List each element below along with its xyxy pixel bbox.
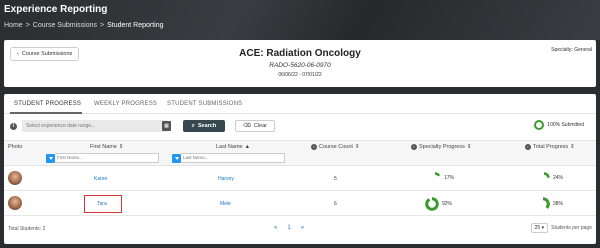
specialty-progress-value: 92% [442,201,453,207]
per-page-label: Students per page [551,225,592,231]
progress-arc [542,197,550,209]
column-last-name[interactable]: Last Name ▲ [216,144,250,150]
info-icon: i [311,144,317,150]
active-tab-indicator [10,112,82,114]
total-progress: 24% [538,172,563,184]
sort-icon: ⇕ [570,144,575,150]
column-photo: Photo [8,144,22,150]
app-title: Experience Reporting [4,4,108,15]
last-name-filter: Last Name... [172,153,285,163]
page-number[interactable]: 1 [287,225,290,231]
column-total-progress[interactable]: i Total Progress ⇕ [525,144,575,150]
filter-toolbar: i Select experience date range... ▦ ⌕ Se… [4,120,596,134]
column-first-name-label: First Name [90,144,117,150]
pagination: « 1 » [274,225,304,231]
top-bar: Experience Reporting Home > Course Submi… [0,0,600,40]
total-progress: 38% [536,197,563,211]
last-page-button[interactable]: » [301,225,304,231]
submission-status: 100% Submitted [534,120,584,130]
breadcrumb-separator: > [25,22,30,29]
course-count: 5 [334,176,337,182]
breadcrumb: Home > Course Submissions > Student Repo… [4,22,164,29]
column-specialty-progress[interactable]: i Specialty Progress ⇕ [411,144,471,150]
total-progress-value: 24% [553,175,564,181]
course-header: ‹ Course Submissions ACE: Radiation Onco… [4,40,596,87]
column-course-count[interactable]: i Course Count ⇕ [311,144,360,150]
first-name-filter-input[interactable]: First Name... [55,153,159,163]
sort-icon: ⇕ [354,144,360,150]
tab-student-progress[interactable]: STUDENT PROGRESS [14,101,81,107]
clear-button-label: Clear [253,123,267,129]
avatar [8,171,22,185]
column-course-count-label: Course Count [319,144,353,150]
column-last-name-label: Last Name [216,144,243,150]
date-range-input[interactable]: Select experience date range... [22,120,168,132]
calendar-icon[interactable]: ▦ [162,121,171,131]
search-button-label: Search [197,123,217,129]
breadcrumb-separator: > [99,22,105,29]
first-name-link[interactable]: Karen [94,176,107,182]
specialty-progress-value: 17% [444,175,455,181]
course-code: RADO-5620-06-0970 [269,62,331,69]
submitted-label: 100% Submitted [547,122,584,128]
specialty-label: Specialty: General [551,47,592,53]
column-total-progress-label: Total Progress [533,144,569,150]
progress-arc [425,197,439,211]
per-page-control: 25 ▾ Students per page [530,223,592,233]
tab-weekly-progress[interactable]: WEEKLY PROGRESS [94,101,157,107]
info-icon: i [10,123,17,130]
course-dates: 06/06/22 - 07/01/22 [278,72,322,78]
student-progress-panel: STUDENT PROGRESS WEEKLY PROGRESS STUDENT… [4,94,596,244]
progress-arc [434,172,441,177]
tab-student-submissions[interactable]: STUDENT SUBMISSIONS [167,101,242,107]
progress-arc [543,172,550,179]
total-progress-ring [542,197,550,209]
column-specialty-progress-label: Specialty Progress [419,144,465,150]
filter-icon[interactable] [172,153,181,163]
breadcrumb-home[interactable]: Home [4,22,23,29]
filter-icon[interactable] [46,153,55,163]
table-header: Photo First Name ⇕ Last Name ▲ i Course … [4,140,596,166]
eraser-icon: ⌫ [243,123,251,129]
column-first-name[interactable]: First Name ⇕ [90,144,124,150]
table-row: Tara Mele 6 92% 38% [4,191,596,216]
table-footer: Total Students: 2 « 1 » 25 ▾ Students pe… [4,220,596,240]
chevron-down-icon: ▾ [541,225,545,231]
first-name-filter: First Name... [46,153,159,163]
info-icon: i [525,144,531,150]
total-progress-value: 38% [553,201,564,207]
search-button[interactable]: ⌕ Search [183,120,225,132]
breadcrumb-current: Student Reporting [107,22,164,29]
clear-button[interactable]: ⌫ Clear [235,120,275,132]
sort-ascending-icon: ▲ [244,144,251,150]
per-page-value: 25 [534,225,541,231]
breadcrumb-course-submissions[interactable]: Course Submissions [33,22,97,29]
info-icon: i [411,144,417,150]
search-icon: ⌕ [191,122,195,129]
avatar [8,196,22,210]
per-page-select[interactable]: 25 ▾ [530,223,549,233]
sort-icon: ⇕ [118,144,124,150]
last-name-filter-input[interactable]: Last Name... [181,153,285,163]
specialty-progress: 92% [425,197,452,211]
submitted-ring-icon [534,120,545,130]
sort-icon: ⇕ [466,144,472,150]
specialty-progress-ring [434,172,441,177]
specialty-progress-ring [425,197,439,211]
specialty-progress: 17% [429,172,454,184]
last-name-link[interactable]: Harvey [218,176,234,182]
table-row: Karen Harvey 5 17% 24% [4,166,596,191]
course-title: ACE: Radiation Oncology [239,48,361,59]
course-count: 6 [334,201,337,207]
column-photo-label: Photo [8,144,23,150]
total-progress-ring [543,172,550,179]
total-students: Total Students: 2 [8,226,46,232]
last-name-link[interactable]: Mele [220,201,231,207]
selection-highlight [84,195,122,213]
first-page-button[interactable]: « [274,225,277,231]
tab-bar: STUDENT PROGRESS WEEKLY PROGRESS STUDENT… [4,94,596,114]
